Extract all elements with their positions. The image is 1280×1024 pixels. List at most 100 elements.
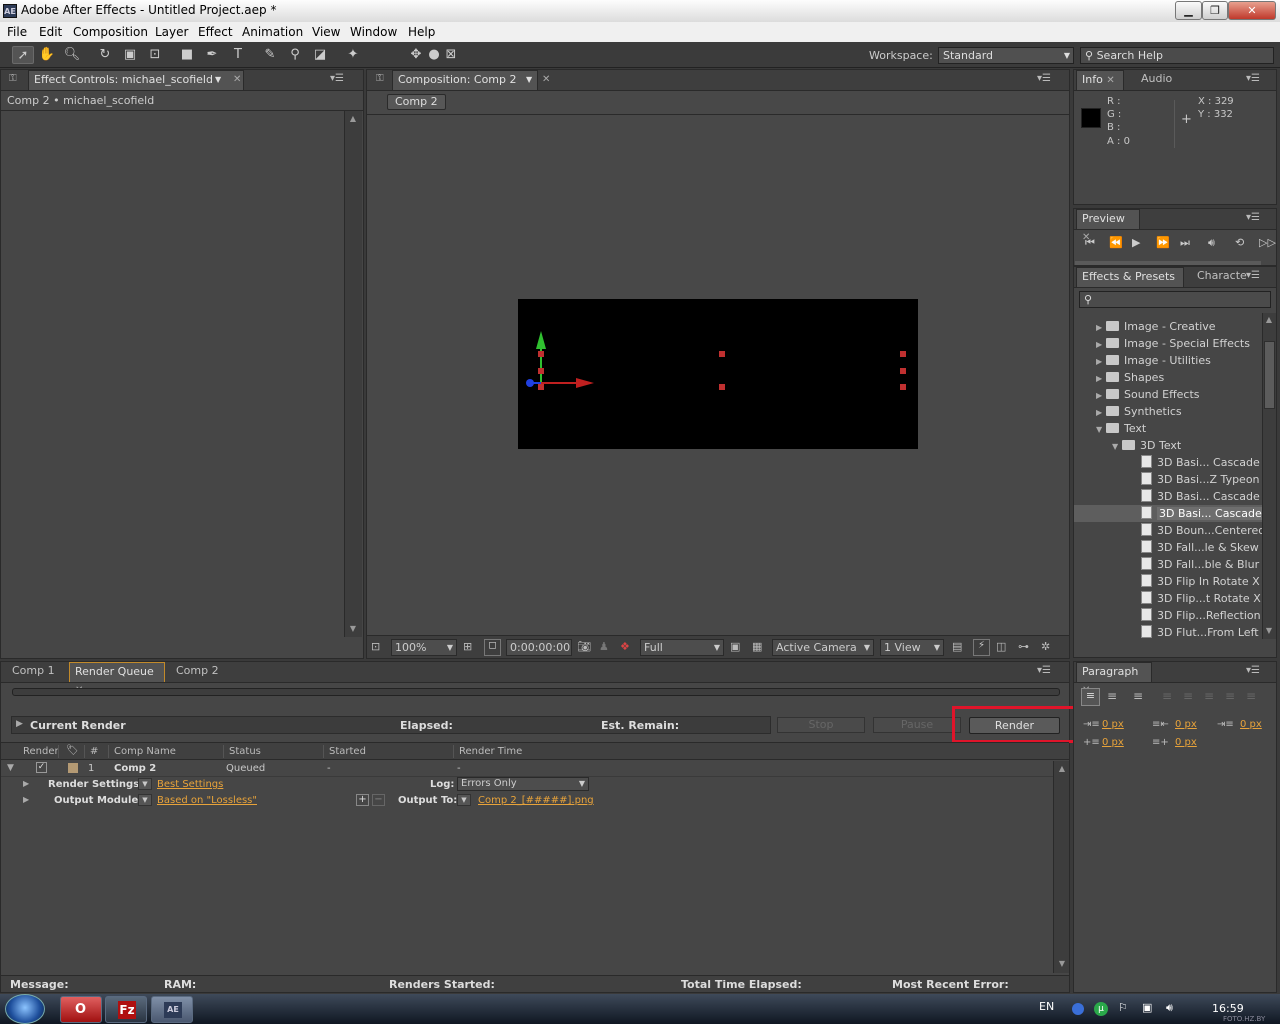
show-snapshot-icon[interactable]: ♟ <box>599 640 609 653</box>
effects-list-item[interactable]: ▼ 3D Text <box>1074 437 1262 454</box>
effects-scrollbar[interactable]: ▲ ▼ <box>1262 313 1276 639</box>
expanded-triangle-icon[interactable]: ▼ <box>1112 438 1122 455</box>
effects-list-item[interactable]: 3D Basi... Cascade <box>1074 454 1262 471</box>
ram-preview-icon[interactable]: ▷▷ <box>1259 236 1276 249</box>
indent-left-value[interactable]: 0 px <box>1102 719 1124 730</box>
effects-list-item[interactable]: ▼ Text <box>1074 420 1262 437</box>
output-module-link[interactable]: Based on "Lossless" <box>157 795 257 806</box>
effects-list-item[interactable]: ▶ Image - Utilities <box>1074 352 1262 369</box>
expanded-triangle-icon[interactable]: ▼ <box>1096 421 1106 438</box>
col-comp-name[interactable]: Comp Name <box>114 746 176 757</box>
toggle-pixel-aspect-icon[interactable]: ▤ <box>952 640 962 653</box>
effects-list-item[interactable]: 3D Flip...Reflection <box>1074 607 1262 624</box>
render-settings-link[interactable]: Best Settings <box>157 779 223 790</box>
collapsed-triangle-icon[interactable]: ▶ <box>1096 319 1106 336</box>
layer-handle[interactable] <box>719 384 725 390</box>
effects-list-item[interactable]: ▶ Image - Special Effects <box>1074 335 1262 352</box>
region-of-interest-icon[interactable]: ◻ <box>484 639 501 656</box>
expand-triangle-icon[interactable]: ▶ <box>23 779 29 788</box>
rectangle-tool-icon[interactable]: ■ <box>176 46 198 64</box>
expand-triangle-icon[interactable]: ▶ <box>16 719 23 729</box>
chevron-down-icon[interactable]: ▼ <box>138 778 152 790</box>
justify-all-lines-icon[interactable]: ≡ <box>1246 689 1256 703</box>
taskbar-opera-icon[interactable]: O <box>60 996 102 1023</box>
justify-last-left-icon[interactable]: ≡ <box>1162 689 1172 703</box>
effects-search-input[interactable]: ⚲ <box>1079 291 1271 308</box>
justify-last-center-icon[interactable]: ≡ <box>1183 689 1193 703</box>
tab-info[interactable]: Info ✕ <box>1076 70 1124 90</box>
effects-list-item[interactable]: 3D Fall...le & Skew <box>1074 539 1262 556</box>
next-frame-icon[interactable]: ⏩ <box>1156 236 1170 249</box>
scroll-down-icon[interactable]: ▼ <box>1056 959 1068 968</box>
output-to-link[interactable]: Comp 2_[#####].png <box>478 795 594 806</box>
taskbar-filezilla-icon[interactable]: Fz <box>105 996 147 1023</box>
col-render[interactable]: Render <box>23 746 59 757</box>
search-help-input[interactable]: ⚲ Search Help <box>1080 47 1274 64</box>
align-right-icon[interactable]: ≡ <box>1133 689 1143 703</box>
scroll-down-icon[interactable]: ▼ <box>347 624 359 633</box>
comp-breadcrumb-button[interactable]: Comp 2 <box>387 94 446 110</box>
taskbar-after-effects-icon[interactable]: AE <box>151 996 193 1023</box>
panel-menu-icon[interactable]: ▾☰ <box>1246 212 1260 224</box>
panel-menu-icon[interactable]: ▾☰ <box>1037 665 1051 677</box>
pause-button[interactable]: Pause <box>873 717 961 733</box>
chevron-down-icon[interactable]: ▼ <box>457 794 471 806</box>
align-center-icon[interactable]: ≡ <box>1107 689 1117 703</box>
channels-icon[interactable]: ❖ <box>620 640 630 653</box>
effects-list-item[interactable]: 3D Flut...From Left <box>1074 624 1262 640</box>
language-indicator[interactable]: EN <box>1039 1000 1054 1013</box>
transform-gizmo[interactable] <box>518 299 918 449</box>
menu-view[interactable]: View <box>312 25 340 39</box>
queue-item-row[interactable]: ▼ ✓ 1 Comp 2 Queued - - <box>1 761 1053 777</box>
effects-list-item[interactable]: ▶ Shapes <box>1074 369 1262 386</box>
tray-network-icon[interactable]: ▣ <box>1142 1001 1152 1014</box>
layer-handle[interactable] <box>900 351 906 357</box>
collapsed-triangle-icon[interactable]: ▶ <box>1096 404 1106 421</box>
layer-handle[interactable] <box>538 384 544 390</box>
menu-layer[interactable]: Layer <box>155 25 188 39</box>
fast-draft-icon[interactable]: ⚡ <box>973 639 990 656</box>
menu-window[interactable]: Window <box>350 25 397 39</box>
space-after-value[interactable]: 0 px <box>1175 737 1197 748</box>
zoom-tool-icon[interactable]: 🔍︎ <box>61 46 83 64</box>
add-output-module-button[interactable]: + <box>356 794 369 806</box>
tray-utorrent-icon[interactable]: μ <box>1094 1002 1108 1016</box>
tab-paragraph[interactable]: Paragraph ✕ <box>1076 662 1152 696</box>
justify-last-right-icon[interactable]: ≡ <box>1204 689 1214 703</box>
pen-tool-icon[interactable]: ✒ <box>201 46 223 64</box>
tray-volume-icon[interactable]: 🔊︎ <box>1166 1001 1173 1015</box>
stop-button[interactable]: Stop <box>777 717 865 733</box>
panel-menu-icon[interactable]: ▾☰ <box>1246 270 1260 282</box>
indent-right-value[interactable]: 0 px <box>1175 719 1197 730</box>
collapsed-triangle-icon[interactable]: ▶ <box>1096 353 1106 370</box>
remove-output-module-button[interactable]: − <box>372 794 385 806</box>
tab-comp-2[interactable]: Comp 2 <box>171 662 227 682</box>
render-checkbox[interactable]: ✓ <box>36 762 47 773</box>
menu-effect[interactable]: Effect <box>198 25 233 39</box>
panel-menu-icon[interactable]: ▾☰ <box>1037 73 1051 85</box>
previous-frame-icon[interactable]: ⏪ <box>1109 236 1123 249</box>
rotation-tool-icon[interactable]: ↻ <box>94 46 116 64</box>
flowchart-icon[interactable]: ⊶ <box>1018 640 1029 653</box>
layer-handle[interactable] <box>538 368 544 374</box>
maximize-button[interactable]: ❐ <box>1202 1 1228 20</box>
brush-tool-icon[interactable]: ✎ <box>259 46 281 64</box>
close-tab-icon[interactable]: ✕ <box>542 74 550 85</box>
zoom-select[interactable]: 100% ▼ <box>391 639 457 656</box>
chevron-down-icon[interactable]: ▼ <box>138 794 152 806</box>
eraser-tool-icon[interactable]: ◪ <box>309 46 331 64</box>
collapsed-triangle-icon[interactable]: ▶ <box>1096 336 1106 353</box>
effects-list-item[interactable]: 3D Fall...ble & Blur <box>1074 556 1262 573</box>
close-tab-icon[interactable]: ✕ <box>233 74 241 85</box>
effects-list-item[interactable]: 3D Boun...Centered <box>1074 522 1262 539</box>
tab-effect-controls[interactable]: Effect Controls: michael_scofield ▼ <box>28 70 244 90</box>
minimize-button[interactable]: ▁ <box>1175 1 1202 20</box>
view-layout-select[interactable]: 1 View ▼ <box>880 639 944 656</box>
clone-stamp-tool-icon[interactable]: ⚲ <box>284 46 306 64</box>
hand-tool-icon[interactable]: ✋ <box>36 46 58 64</box>
play-icon[interactable]: ▶ <box>1132 236 1140 249</box>
effects-list-item[interactable]: 3D Basi...Z Typeon <box>1074 471 1262 488</box>
chevron-down-icon[interactable]: ▼ <box>215 71 221 89</box>
scroll-thumb[interactable] <box>1264 341 1275 409</box>
audio-icon[interactable]: 🔊︎ <box>1208 236 1215 250</box>
